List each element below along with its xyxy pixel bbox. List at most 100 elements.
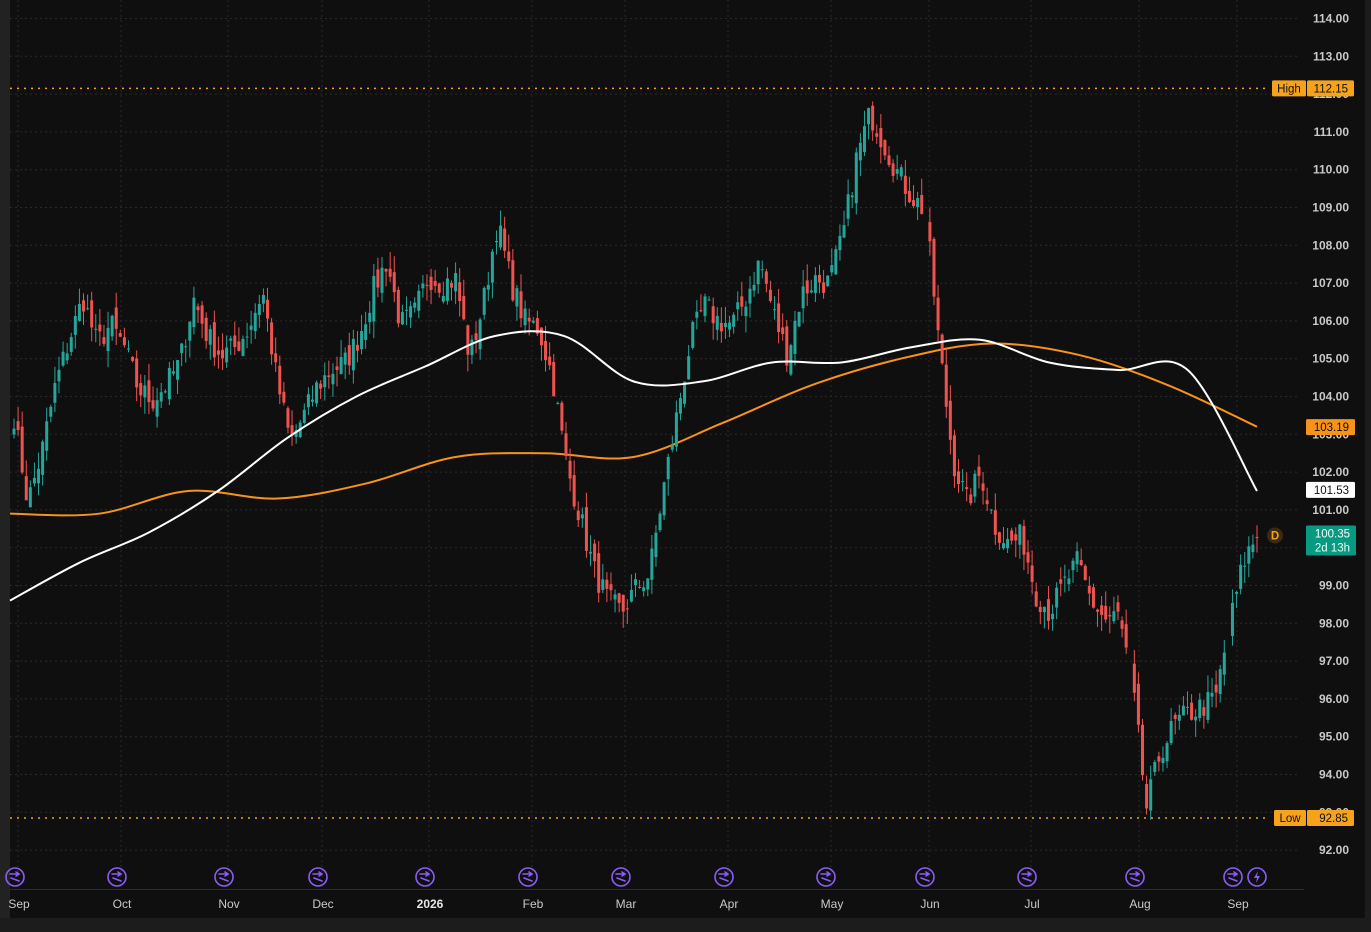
high-label-tag-text: High [1277,83,1301,95]
time-axis[interactable]: Sep Oct Nov Dec 2026 Feb Mar Apr May Jun Jul Aug Sep [8,889,1304,912]
candle-body [49,406,53,417]
dividend-icon[interactable] [816,867,836,887]
candle-body [662,482,666,516]
dividend-glyph [820,871,832,882]
candle-body [339,357,343,374]
ma-white-line [9,330,1258,602]
candle-body [666,456,670,480]
candle-body [1222,652,1226,675]
candle-body [445,278,449,301]
candle-body [1251,544,1255,553]
candle-body [658,513,662,531]
candle-body [809,290,813,293]
candle-body [200,305,204,324]
candle-body [180,343,184,354]
event-icon-ring [415,867,435,887]
candle-body [1108,615,1112,617]
candle-body [1239,564,1243,589]
candle-body [490,251,494,283]
event-icon-ring [1017,867,1037,887]
candle-body [1243,565,1247,567]
event-markers[interactable] [5,867,1267,887]
candle-body [131,356,135,361]
candlestick-series[interactable] [12,101,1259,820]
price-tick-label: 114.00 [1313,12,1349,26]
candle-body [912,200,916,207]
dividend-icon[interactable] [415,867,435,887]
candle-body [1255,536,1259,538]
dividend-icon[interactable] [915,867,935,887]
dividend-icon[interactable] [5,867,25,887]
dividend-icon[interactable] [308,867,328,887]
candle-body [216,350,220,355]
time-tick-label: Apr [720,897,739,911]
candle-body [556,403,560,405]
candle-body [531,320,535,323]
candle-body [670,445,674,450]
candle-body [396,289,400,324]
candle-body [417,290,421,311]
candle-body [732,314,736,327]
candle-body [981,483,985,491]
candle-body [781,327,785,335]
time-tick-label: Nov [218,897,239,911]
dividend-glyph [312,871,324,882]
candle-body [879,128,883,148]
candle-body [176,359,180,380]
candle-body [1018,524,1022,545]
price-chart[interactable]: 114.00113.00112.00111.00110.00109.00108.… [0,0,1371,932]
dividend-icon[interactable] [1017,867,1037,887]
candle-body [1091,587,1095,608]
candle-body [539,327,543,346]
candle-body [143,385,147,398]
dividend-marker-icon[interactable]: D [1267,527,1283,544]
price-tick-label: 110.00 [1313,163,1349,177]
candle-body [1046,599,1050,621]
candle-body [605,579,609,589]
candle-body [973,473,977,497]
candle-body [785,326,789,366]
high-label-tag: High [1272,80,1306,97]
candle-body [196,306,200,311]
dividend-icon[interactable] [1125,867,1145,887]
candle-body [225,347,229,363]
candle-body [1230,602,1234,637]
candle-body [331,373,335,385]
candle-body [1055,587,1059,608]
candle-body [1206,692,1210,720]
price-tick-label: 92.00 [1319,843,1349,857]
event-icon-ring [1223,867,1243,887]
candle-body [425,284,429,286]
lightning-icon[interactable] [1247,867,1267,887]
price-tick-label: 111.00 [1314,125,1350,139]
candle-body [327,375,331,378]
candle-body [159,392,163,402]
dividend-icon[interactable] [1223,867,1243,887]
candle-body [715,315,719,330]
dividend-glyph [522,871,534,882]
dividend-icon[interactable] [214,867,234,887]
candle-body [114,307,118,329]
candle-body [858,142,862,161]
low-value-tag-text: 92.85 [1319,813,1348,825]
candle-body [1104,605,1108,620]
candle-body [744,306,748,317]
candle-body [695,311,699,318]
candle-body [355,344,359,351]
candle-body [1100,605,1104,615]
candle-body [462,295,466,320]
candle-body [474,333,478,340]
dividend-icon[interactable] [518,867,538,887]
dividend-icon[interactable] [714,867,734,887]
candle-body [564,433,568,457]
dividend-icon[interactable] [107,867,127,887]
dividend-glyph [1227,871,1239,882]
candle-body [527,317,531,322]
candle-body [12,428,16,435]
candle-body [576,510,580,521]
candle-body [278,365,282,395]
time-tick-label: 2026 [417,897,444,911]
low-value-tag: 92.85 [1307,809,1354,826]
bar-countdown: 2d 13h [1315,542,1350,554]
dividend-icon[interactable] [611,867,631,887]
